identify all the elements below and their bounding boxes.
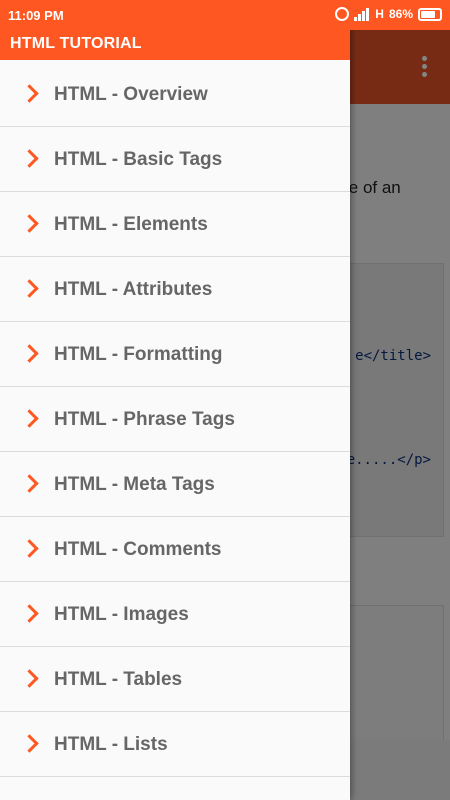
chevron-right-icon — [20, 539, 39, 558]
drawer-item-label: HTML - Formatting — [54, 344, 223, 365]
drawer-item-formatting[interactable]: HTML - Formatting — [0, 322, 350, 387]
status-icons: H 86% — [335, 7, 442, 21]
chevron-right-icon — [20, 84, 39, 103]
drawer-title: HTML TUTORIAL — [10, 35, 142, 52]
drawer-item-label: HTML - Meta Tags — [54, 474, 215, 495]
drawer-item-label: HTML - Comments — [54, 539, 222, 560]
status-time: 11:09 PM — [8, 8, 64, 23]
drawer-item-label: HTML - Tables — [54, 669, 183, 690]
drawer-item-meta-tags[interactable]: HTML - Meta Tags — [0, 452, 350, 517]
drawer-item-label: HTML - Images — [54, 604, 189, 625]
chevron-right-icon — [20, 149, 39, 168]
drawer-header: HTML TUTORIAL — [0, 30, 350, 60]
drawer-item-overview[interactable]: HTML - Overview — [0, 62, 350, 127]
network-type: H — [375, 7, 384, 21]
drawer-item-tables[interactable]: HTML - Tables — [0, 647, 350, 712]
navigation-drawer: HTML TUTORIAL HTML - Overview HTML - Bas… — [0, 0, 350, 800]
drawer-list: HTML - Overview HTML - Basic Tags HTML -… — [0, 62, 350, 777]
drawer-item-lists[interactable]: HTML - Lists — [0, 712, 350, 777]
drawer-item-label: HTML - Phrase Tags — [54, 409, 235, 430]
drawer-item-label: HTML - Elements — [54, 214, 208, 235]
status-bar: 11:09 PM H 86% — [0, 0, 450, 30]
drawer-item-label: HTML - Lists — [54, 734, 168, 755]
signal-icon — [354, 7, 370, 21]
alarm-icon — [335, 7, 350, 21]
chevron-right-icon — [20, 214, 39, 233]
drawer-item-basic-tags[interactable]: HTML - Basic Tags — [0, 127, 350, 192]
drawer-item-comments[interactable]: HTML - Comments — [0, 517, 350, 582]
battery-icon — [418, 7, 442, 21]
drawer-item-attributes[interactable]: HTML - Attributes — [0, 257, 350, 322]
chevron-right-icon — [20, 279, 39, 298]
chevron-right-icon — [20, 409, 39, 428]
chevron-right-icon — [20, 604, 39, 623]
drawer-item-elements[interactable]: HTML - Elements — [0, 192, 350, 257]
drawer-item-label: HTML - Attributes — [54, 279, 213, 300]
chevron-right-icon — [20, 344, 39, 363]
chevron-right-icon — [20, 669, 39, 688]
battery-percentage: 86% — [388, 7, 413, 21]
chevron-right-icon — [20, 734, 39, 753]
drawer-item-label: HTML - Overview — [54, 84, 208, 105]
drawer-item-images[interactable]: HTML - Images — [0, 582, 350, 647]
drawer-item-label: HTML - Basic Tags — [54, 149, 223, 170]
chevron-right-icon — [20, 474, 39, 493]
drawer-item-phrase-tags[interactable]: HTML - Phrase Tags — [0, 387, 350, 452]
